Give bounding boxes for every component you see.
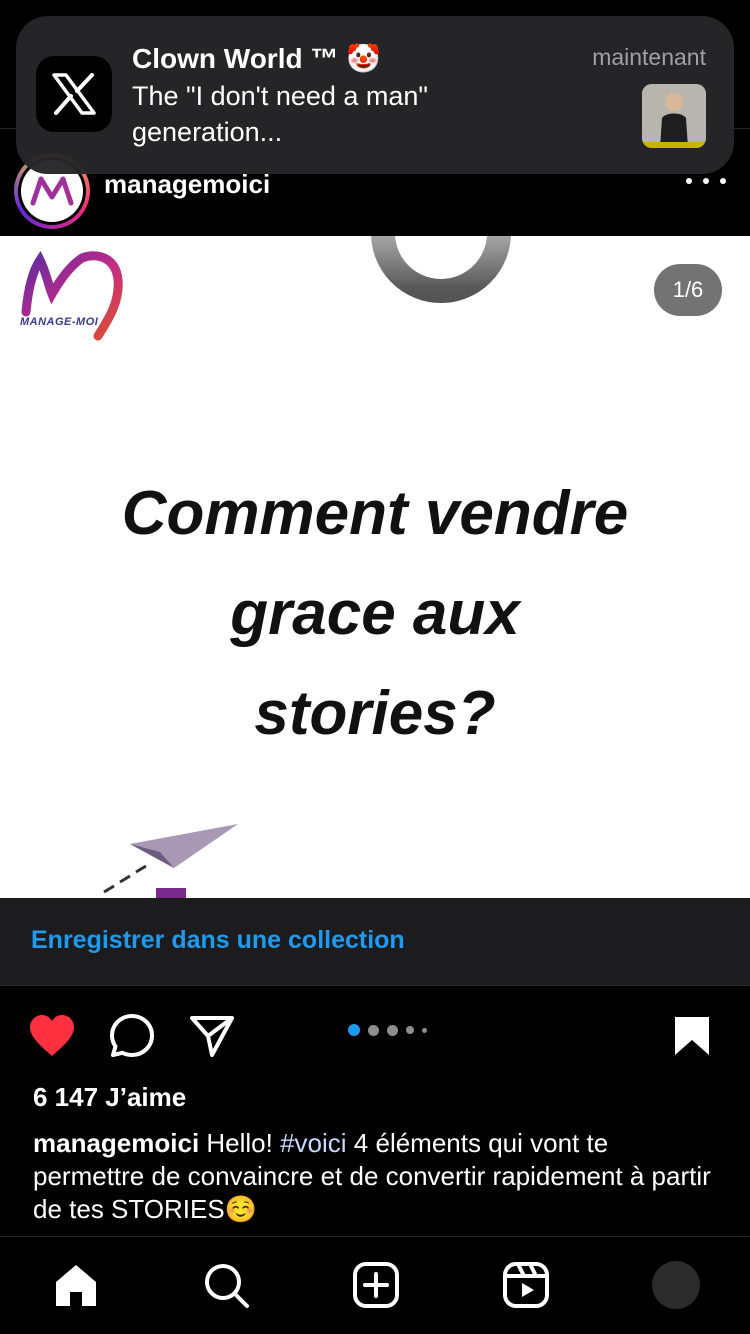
caption-text-before: Hello! <box>199 1128 281 1158</box>
caption-hashtag[interactable]: #voici <box>280 1128 346 1158</box>
profile-avatar-icon <box>652 1261 700 1309</box>
like-heart-icon[interactable] <box>28 1012 76 1060</box>
headline-line-1: Comment vendre <box>121 479 629 548</box>
profile-tab[interactable] <box>650 1259 702 1311</box>
save-to-collection-bar: Enregistrer dans une collection <box>0 898 750 986</box>
reels-icon[interactable] <box>500 1259 552 1311</box>
clown-emoji-icon: 🤡 <box>346 42 382 75</box>
post-caption: managemoici Hello! #voici 4 éléments qui… <box>33 1127 723 1226</box>
headline-line-2: grace aux <box>230 579 520 648</box>
post-actions <box>0 1004 750 1064</box>
search-icon[interactable] <box>200 1259 252 1311</box>
brand-caption: MANAGE-MOI <box>20 316 99 328</box>
notification-title: Clown World ™ 🤡 <box>132 42 382 75</box>
decorative-ring-icon <box>371 236 511 303</box>
x-logo-icon <box>36 56 112 132</box>
likes-count[interactable]: 6 147 J’aime <box>33 1082 186 1113</box>
carousel-indicator <box>348 1024 427 1036</box>
screen: managemoici MANAGE-MOI 1/6 Comment vendr… <box>0 0 750 1334</box>
save-to-collection-link[interactable]: Enregistrer dans une collection <box>31 926 405 955</box>
more-options-icon[interactable] <box>686 171 726 191</box>
bookmark-saved-icon[interactable] <box>668 1012 716 1060</box>
carousel-dot <box>422 1027 427 1033</box>
home-icon[interactable] <box>50 1259 102 1311</box>
carousel-dot <box>387 1024 398 1036</box>
bottom-tab-bar <box>0 1236 750 1334</box>
comment-icon[interactable] <box>108 1012 156 1060</box>
share-send-icon[interactable] <box>188 1012 236 1060</box>
push-notification[interactable]: Clown World ™ 🤡 The "I don't need a man"… <box>16 16 734 174</box>
create-post-icon[interactable] <box>350 1259 402 1311</box>
post-headline: Comment vendre grace aux stories? <box>0 464 750 764</box>
post-image[interactable]: MANAGE-MOI 1/6 Comment vendre grace aux … <box>0 236 750 898</box>
carousel-dot-active <box>348 1024 360 1036</box>
carousel-dot <box>368 1024 379 1036</box>
notification-time: maintenant <box>592 44 706 70</box>
carousel-counter: 1/6 <box>654 264 722 316</box>
caption-username[interactable]: managemoici <box>33 1128 199 1158</box>
notification-body: The "I don't need a man" generation... <box>132 81 429 147</box>
carousel-dot <box>406 1026 414 1034</box>
headline-line-3: stories? <box>254 679 496 748</box>
notification-thumbnail <box>642 84 706 148</box>
brand-logo-icon <box>21 251 123 341</box>
paper-plane-icon <box>103 824 238 898</box>
